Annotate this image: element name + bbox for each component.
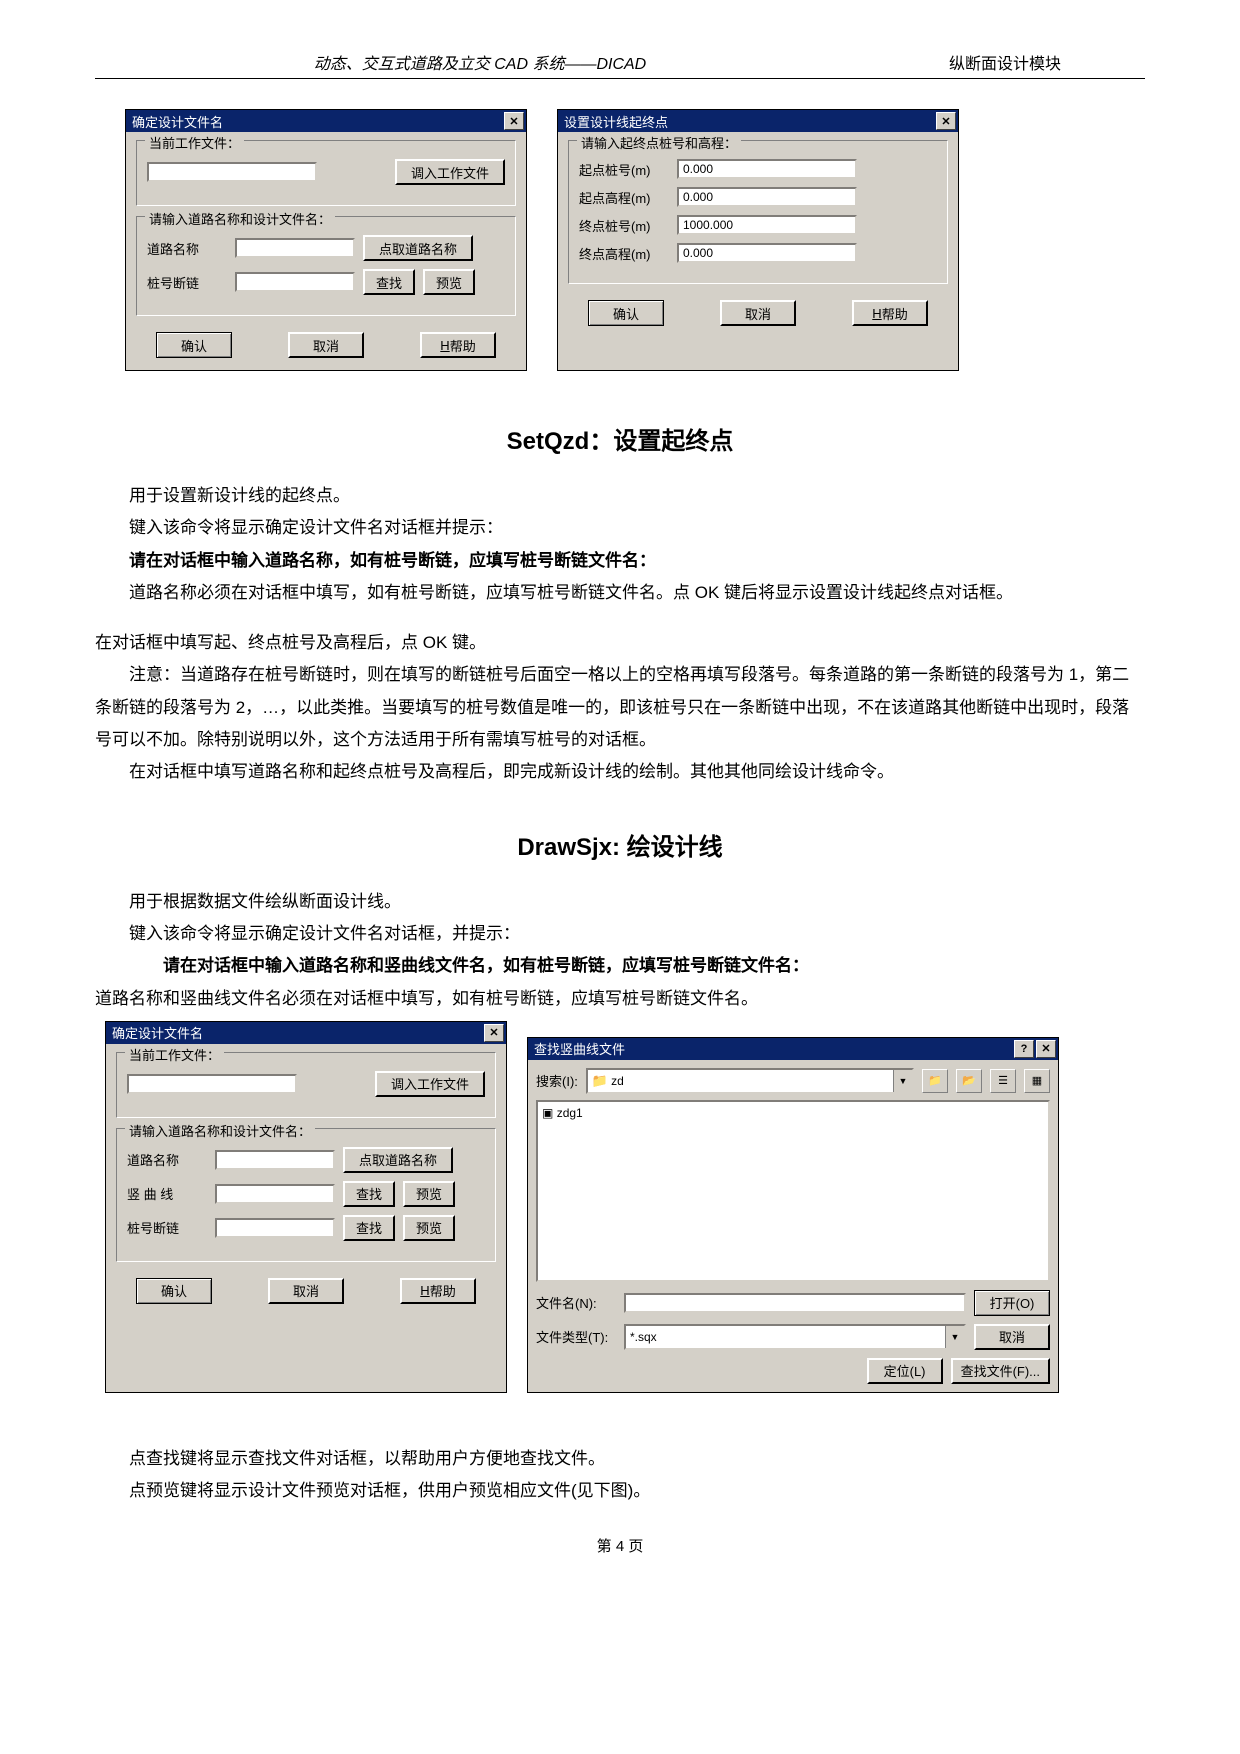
help-button[interactable]: HH帮助帮助: [420, 332, 496, 358]
help-button[interactable]: H帮助: [852, 300, 928, 326]
chevron-down-icon: ▼: [893, 1070, 912, 1092]
dialog-title: 查找竖曲线文件?✕: [528, 1038, 1058, 1060]
body-text: 在对话框中填写起、终点桩号及高程后，点 OK 键。: [95, 627, 1145, 659]
preview-button[interactable]: 预览: [423, 269, 475, 295]
filetype-combo[interactable]: *.sqx▼: [624, 1324, 966, 1350]
dialog-title: 确定设计文件名✕: [126, 110, 526, 132]
close-icon[interactable]: ✕: [1036, 1040, 1056, 1058]
dialog-title: 确定设计文件名✕: [106, 1022, 506, 1044]
zh-break-label: 桩号断链: [127, 1218, 207, 1237]
section-heading-setqzd: SetQzd：设置起终点: [95, 421, 1145, 456]
close-icon[interactable]: ✕: [936, 112, 956, 130]
cancel-button[interactable]: 取消: [288, 332, 364, 358]
ok-button[interactable]: 确认: [156, 332, 232, 358]
start-zh-input[interactable]: [677, 159, 857, 179]
filename-input[interactable]: [624, 1293, 966, 1313]
road-name-input[interactable]: [235, 238, 355, 258]
pick-road-button[interactable]: 点取道路名称: [363, 235, 473, 261]
ok-button[interactable]: 确认: [588, 300, 664, 326]
body-text: 注意：当道路存在桩号断链时，则在填写的断链桩号后面空一格以上的空格再填写段落号。…: [95, 659, 1145, 756]
up-folder-button[interactable]: 📁: [922, 1069, 948, 1093]
help-icon[interactable]: ?: [1014, 1040, 1034, 1058]
zh-break-label: 桩号断链: [147, 273, 227, 292]
close-icon[interactable]: ✕: [484, 1024, 504, 1042]
search-in-label: 搜索(I):: [536, 1071, 578, 1090]
dialog-set-start-end: 设置设计线起终点✕ 起点桩号(m) 起点高程(m) 终点桩号(m) 终点高程(m…: [557, 109, 959, 371]
filename-label: 文件名(N):: [536, 1293, 616, 1312]
end-elev-input[interactable]: [677, 243, 857, 263]
body-text-bold: 请在对话框中输入道路名称和竖曲线文件名，如有桩号断链，应填写桩号断链文件名：: [95, 950, 1145, 982]
workfile-input[interactable]: [127, 1074, 297, 1094]
folder-icon: 📁: [592, 1073, 608, 1089]
road-name-input[interactable]: [215, 1150, 335, 1170]
sqx-input[interactable]: [215, 1184, 335, 1204]
end-zh-input[interactable]: [677, 215, 857, 235]
preview-button[interactable]: 预览: [403, 1181, 455, 1207]
header-right: 纵断面设计模块: [865, 50, 1145, 74]
dialog-find-file: 查找竖曲线文件?✕ 搜索(I): 📁zd▼ 📁 📂 ☰ ▦ ▣ zdg1 文件名…: [527, 1037, 1059, 1393]
zh-break-input[interactable]: [235, 272, 355, 292]
detail-view-button[interactable]: ▦: [1024, 1069, 1050, 1093]
load-workfile-button[interactable]: 调入工作文件: [375, 1071, 485, 1097]
dialog-confirm-design-file: 确定设计文件名✕ 调入工作文件 道路名称 点取道路名称 桩号断链 查找预览 确认 取…: [125, 109, 527, 371]
close-icon[interactable]: ✕: [504, 112, 524, 130]
road-name-label: 道路名称: [147, 239, 227, 258]
body-text: 用于根据数据文件绘纵断面设计线。: [95, 886, 1145, 918]
file-icon: ▣: [542, 1106, 553, 1120]
dialog-confirm-design-file-2: 确定设计文件名✕ 调入工作文件 道路名称点取道路名称 竖 曲 线查找预览 桩号断…: [105, 1021, 507, 1393]
body-text: 道路名称必须在对话框中填写，如有桩号断链，应填写桩号断链文件名。点 OK 键后将…: [95, 577, 1145, 609]
body-text-bold: 请在对话框中输入道路名称，如有桩号断链，应填写桩号断链文件名：: [95, 545, 1145, 577]
ok-button[interactable]: 确认: [136, 1278, 212, 1304]
locate-button[interactable]: 定位(L): [867, 1358, 943, 1384]
find-file-button[interactable]: 查找文件(F)...: [951, 1358, 1050, 1384]
body-text: 点查找键将显示查找文件对话框，以帮助用户方便地查找文件。: [95, 1443, 1145, 1475]
group-start-end: 起点桩号(m) 起点高程(m) 终点桩号(m) 终点高程(m): [568, 140, 948, 284]
header-left: 动态、交互式道路及立交 CAD 系统——DICAD: [95, 50, 865, 74]
preview-button-2[interactable]: 预览: [403, 1215, 455, 1241]
body-text: 在对话框中填写道路名称和起终点桩号及高程后，即完成新设计线的绘制。其他其他同绘设…: [95, 756, 1145, 788]
body-text: 道路名称和竖曲线文件名必须在对话框中填写，如有桩号断链，应填写桩号断链文件名。: [95, 983, 1145, 1015]
group-road-name: 道路名称点取道路名称 竖 曲 线查找预览 桩号断链查找预览: [116, 1128, 496, 1262]
folder-combo[interactable]: 📁zd▼: [586, 1068, 914, 1094]
filetype-label: 文件类型(T):: [536, 1327, 616, 1346]
cancel-button[interactable]: 取消: [974, 1324, 1050, 1350]
dialog-title: 设置设计线起终点✕: [558, 110, 958, 132]
find-button-2[interactable]: 查找: [343, 1215, 395, 1241]
body-text: 用于设置新设计线的起终点。: [95, 480, 1145, 512]
group-road-name: 道路名称 点取道路名称 桩号断链 查找预览: [136, 216, 516, 316]
new-folder-button[interactable]: 📂: [956, 1069, 982, 1093]
load-workfile-button[interactable]: 调入工作文件: [395, 159, 505, 185]
end-zh-label: 终点桩号(m): [579, 216, 669, 235]
cancel-button[interactable]: 取消: [720, 300, 796, 326]
start-zh-label: 起点桩号(m): [579, 160, 669, 179]
group-current-file: 调入工作文件: [116, 1052, 496, 1118]
page-footer: 第 4 页: [95, 1535, 1145, 1556]
workfile-input[interactable]: [147, 162, 317, 182]
pick-road-button[interactable]: 点取道路名称: [343, 1147, 453, 1173]
file-list[interactable]: ▣ zdg1: [536, 1100, 1050, 1282]
body-text: 键入该命令将显示确定设计文件名对话框并提示：: [95, 512, 1145, 544]
group-current-file: 调入工作文件: [136, 140, 516, 206]
road-name-label: 道路名称: [127, 1150, 207, 1169]
chevron-down-icon: ▼: [945, 1326, 964, 1348]
list-view-button[interactable]: ☰: [990, 1069, 1016, 1093]
find-button[interactable]: 查找: [363, 269, 415, 295]
open-button[interactable]: 打开(O): [974, 1290, 1050, 1316]
section-heading-drawsjx: DrawSjx: 绘设计线: [95, 827, 1145, 862]
file-item[interactable]: ▣ zdg1: [542, 1106, 1044, 1120]
body-text: 点预览键将显示设计文件预览对话框，供用户预览相应文件(见下图)。: [95, 1475, 1145, 1507]
find-button[interactable]: 查找: [343, 1181, 395, 1207]
zh-break-input[interactable]: [215, 1218, 335, 1238]
end-elev-label: 终点高程(m): [579, 244, 669, 263]
body-text: 键入该命令将显示确定设计文件名对话框，并提示：: [95, 918, 1145, 950]
start-elev-label: 起点高程(m): [579, 188, 669, 207]
sqx-label: 竖 曲 线: [127, 1184, 207, 1203]
start-elev-input[interactable]: [677, 187, 857, 207]
cancel-button[interactable]: 取消: [268, 1278, 344, 1304]
help-button[interactable]: H帮助: [400, 1278, 476, 1304]
